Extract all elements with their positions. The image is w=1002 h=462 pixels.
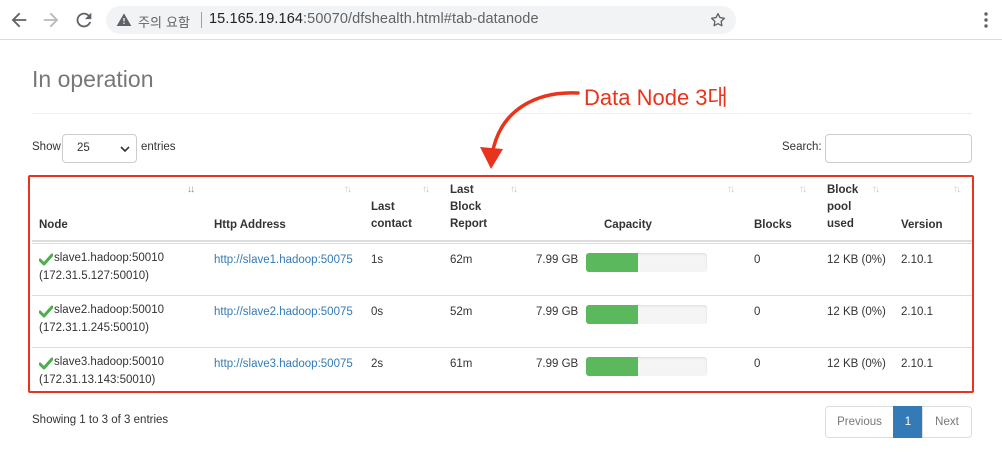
back-arrow-icon[interactable] <box>8 9 30 31</box>
page-length-select[interactable]: 25 <box>62 134 137 163</box>
show-label: Show <box>32 141 61 153</box>
next-page-button[interactable]: Next <box>922 406 972 438</box>
table-info-text: Showing 1 to 3 of 3 entries <box>32 414 169 426</box>
url-path: :50070/dfshealth.html#tab-datanode <box>303 11 539 27</box>
annotation-label: Data Node 3대 <box>584 85 728 110</box>
chevron-down-icon <box>120 144 130 154</box>
annotation-arrow <box>480 91 580 169</box>
bookmark-star-icon[interactable] <box>709 11 727 29</box>
forward-arrow-icon[interactable] <box>40 9 62 31</box>
url-text[interactable]: 15.165.19.164:50070/dfshealth.html#tab-d… <box>209 11 539 27</box>
search-label: Search: <box>782 141 822 153</box>
kebab-menu-icon[interactable] <box>978 11 994 29</box>
warning-triangle-icon[interactable] <box>116 12 132 28</box>
previous-page-button[interactable]: Previous <box>825 406 894 438</box>
browser-toolbar: 주의 요함 15.165.19.164:50070/dfshealth.html… <box>0 0 1002 40</box>
reload-icon[interactable] <box>73 9 95 31</box>
security-warning-text[interactable]: 주의 요함 <box>138 12 190 31</box>
address-bar-divider <box>201 12 202 28</box>
annotation-highlight-box <box>28 175 974 393</box>
address-bar[interactable]: 주의 요함 15.165.19.164:50070/dfshealth.html… <box>106 6 736 34</box>
entries-label: entries <box>141 141 176 153</box>
page-1-button[interactable]: 1 <box>893 406 923 438</box>
search-input[interactable] <box>825 134 972 163</box>
url-host: 15.165.19.164 <box>209 11 304 27</box>
page-title: In operation <box>32 66 154 92</box>
page-length-value: 25 <box>77 142 90 154</box>
